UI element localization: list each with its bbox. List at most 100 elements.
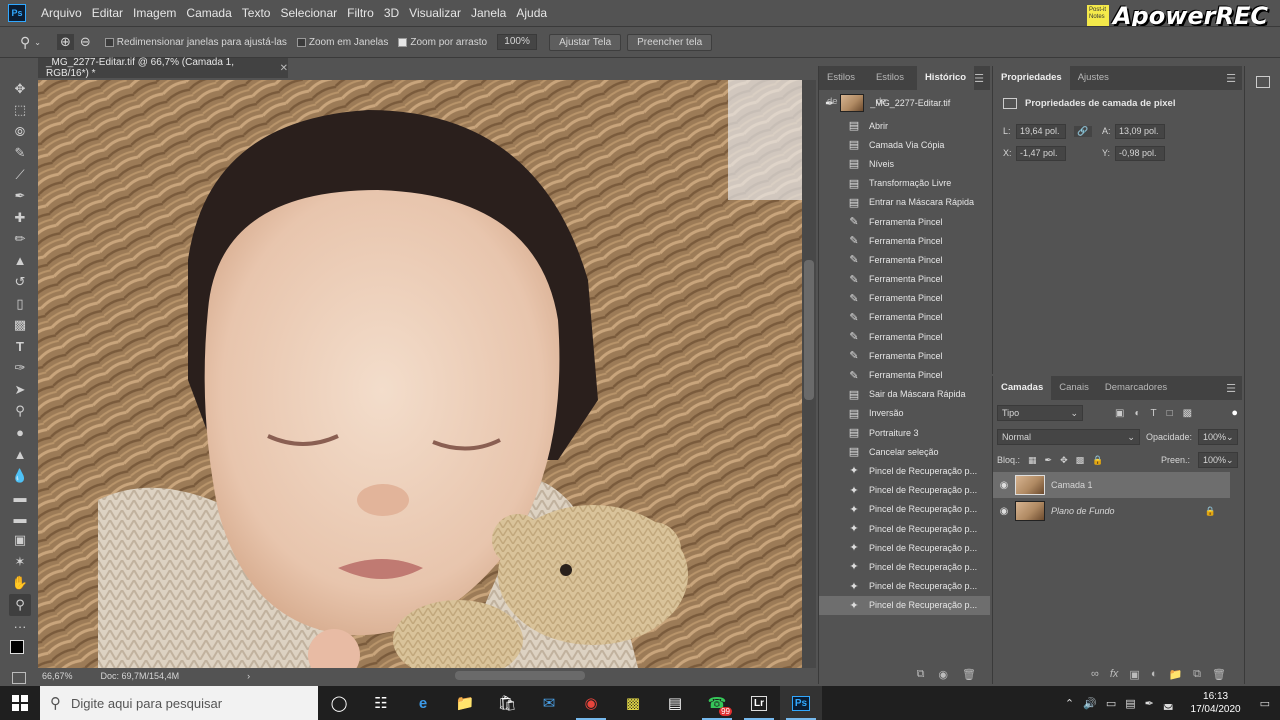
notifications-icon[interactable]: ▭ — [1260, 697, 1270, 710]
move-tool-icon[interactable]: ✥ — [9, 78, 31, 100]
history-checkbox[interactable] — [822, 159, 832, 169]
more-tools-icon[interactable]: ··· — [9, 616, 31, 638]
history-checkbox[interactable] — [822, 581, 832, 591]
history-state-row[interactable]: ✎ Ferramenta Pincel — [819, 365, 990, 384]
sharpen-tool-icon[interactable]: ▲ — [9, 444, 31, 466]
history-checkbox[interactable] — [822, 562, 832, 572]
history-state-row[interactable]: ▤ Inversão — [819, 404, 990, 423]
brush-tool-icon[interactable]: ✏ — [9, 229, 31, 251]
history-state-row[interactable]: ✎ Ferramenta Pincel — [819, 250, 990, 269]
history-state-row[interactable]: ✦ Pincel de Recuperação p... — [819, 557, 990, 576]
history-state-row[interactable]: ▤ Camada Via Cópia — [819, 135, 990, 154]
layer-visibility-eye-icon[interactable]: ◉ — [993, 506, 1015, 517]
network-icon[interactable]: ▤ — [1125, 697, 1135, 710]
history-checkbox[interactable] — [822, 121, 832, 131]
menu-visualizar[interactable]: Visualizar — [404, 6, 466, 20]
add-mask-icon[interactable]: ▣ — [1129, 668, 1139, 681]
zoom-all-checkbox[interactable]: Zoom em Janelas — [296, 37, 388, 48]
ruler-2-tool-icon[interactable]: ▬ — [9, 508, 31, 530]
mail-icon[interactable]: ✉ — [528, 686, 570, 720]
frame-tool-icon[interactable]: ▣ — [9, 530, 31, 552]
layer-plano-de-fundo[interactable]: ◉ Plano de Fundo 🔒 — [993, 498, 1230, 524]
history-state-row[interactable]: ✎ Ferramenta Pincel — [819, 327, 990, 346]
clone-stamp-tool-icon[interactable]: ▲ — [9, 250, 31, 272]
lightroom-icon[interactable]: Lr — [738, 686, 780, 720]
zoom-value-field[interactable]: 100% — [497, 34, 538, 50]
layer-style-fx-icon[interactable]: fx — [1110, 668, 1119, 680]
history-checkbox[interactable] — [822, 447, 832, 457]
task-view-icon[interactable]: ☷ — [360, 686, 402, 720]
tab-styles-2[interactable]: Estilos de — [868, 66, 917, 107]
history-state-row[interactable]: ✎ Ferramenta Pincel — [819, 270, 990, 289]
history-checkbox[interactable] — [822, 293, 832, 303]
edge-browser-icon[interactable]: e — [402, 686, 444, 720]
eyedropper-tool-icon[interactable]: ✒ — [9, 186, 31, 208]
lock-transparent-icon[interactable]: ▦ — [1028, 455, 1037, 466]
history-state-row[interactable]: ✎ Ferramenta Pincel — [819, 231, 990, 250]
history-checkbox[interactable] — [822, 389, 832, 399]
store-icon[interactable]: 🛍 — [486, 686, 528, 720]
resize-windows-checkbox[interactable]: Redimensionar janelas para ajustá-las — [104, 37, 287, 48]
tool-preset-chevron-icon[interactable]: ⌄ — [34, 38, 41, 47]
zoom-out-icon[interactable]: ⊖ — [80, 34, 91, 50]
history-snapshot[interactable]: ✒ _MG_2277-Editar.tif — [819, 90, 990, 116]
lock-all-icon[interactable]: 🔒 — [1092, 455, 1103, 466]
filter-type-icon[interactable]: T — [1151, 408, 1157, 419]
history-state-row[interactable]: ✎ Ferramenta Pincel — [819, 346, 990, 365]
history-state-row[interactable]: ✦ Pincel de Recuperação p... — [819, 481, 990, 500]
chrome-icon[interactable]: ◉ — [570, 686, 612, 720]
dodge-tool-icon[interactable]: ⚲ — [9, 401, 31, 423]
blend-mode-select[interactable]: Normal ⌄ — [997, 429, 1140, 445]
history-state-row[interactable]: ✦ Pincel de Recuperação p... — [819, 500, 990, 519]
lock-artboard-icon[interactable]: ▩ — [1076, 455, 1085, 466]
history-state-row[interactable]: ✦ Pincel de Recuperação p... — [819, 538, 990, 557]
ruler-tool-icon[interactable]: ▬ — [9, 487, 31, 509]
3d-tool-icon[interactable]: ✶ — [9, 551, 31, 573]
tab-paths[interactable]: Demarcadores — [1097, 376, 1175, 400]
layers-panel-menu-icon[interactable]: ☰ — [1226, 382, 1236, 395]
opacity-field[interactable]: 100% ⌄ — [1198, 429, 1238, 445]
windows-start-icon[interactable] — [0, 686, 40, 720]
image-canvas[interactable] — [38, 80, 802, 668]
tab-history[interactable]: Histórico — [916, 66, 975, 90]
history-checkbox[interactable] — [822, 370, 832, 380]
lock-position-icon[interactable]: ✥ — [1060, 455, 1068, 466]
tab-layers[interactable]: Camadas — [993, 376, 1052, 400]
tab-styles-1[interactable]: Estilos de — [819, 66, 868, 107]
fit-screen-button[interactable]: Ajustar Tela — [549, 33, 622, 51]
new-adjustment-layer-icon[interactable]: ◐ — [1151, 668, 1158, 680]
properties-panel-menu-icon[interactable]: ☰ — [1226, 72, 1236, 85]
history-state-row[interactable]: ✎ Ferramenta Pincel — [819, 289, 990, 308]
pen-icon[interactable]: ✒ — [1145, 697, 1154, 710]
history-state-row[interactable]: ▤ Entrar na Máscara Rápida — [819, 193, 990, 212]
layer-visibility-eye-icon[interactable]: ◉ — [993, 480, 1015, 491]
menu-3d[interactable]: 3D — [379, 6, 404, 20]
tab-adjustments[interactable]: Ajustes — [1070, 66, 1117, 90]
history-state-row[interactable]: ✦ Pincel de Recuperação p... — [819, 577, 990, 596]
drop-tool-icon[interactable]: 💧 — [9, 465, 31, 487]
lasso-tool-icon[interactable]: ⦾ — [9, 121, 31, 143]
zoom-tool-active-icon[interactable]: ⚲ — [9, 594, 31, 616]
photoshop-logo-icon[interactable]: Ps — [8, 4, 26, 22]
history-checkbox[interactable] — [822, 255, 832, 265]
width-field[interactable]: 19,64 pol. — [1016, 123, 1066, 139]
history-checkbox[interactable] — [822, 351, 832, 361]
delete-state-icon[interactable]: 🗑 — [962, 668, 976, 681]
clock[interactable]: 16:13 17/04/2020 — [1191, 690, 1241, 716]
healing-brush-tool-icon[interactable]: ✚ — [9, 207, 31, 229]
history-checkbox[interactable] — [822, 408, 832, 418]
color-swatches[interactable] — [10, 640, 32, 664]
battery-icon[interactable]: ▭ — [1106, 697, 1116, 710]
scrubby-zoom-checkbox[interactable]: Zoom por arrasto — [398, 37, 487, 48]
app-window-icon[interactable]: ▤ — [654, 686, 696, 720]
history-state-row[interactable]: ▤ Transformação Livre — [819, 174, 990, 193]
link-dimensions-icon[interactable]: 🔗 — [1074, 125, 1092, 137]
volume-icon[interactable]: 🔊 — [1083, 697, 1097, 710]
screen-mode-icon[interactable] — [12, 672, 26, 684]
history-checkbox[interactable] — [822, 274, 832, 284]
crop-tool-icon[interactable]: ⟋ — [9, 164, 31, 186]
history-state-row[interactable]: ▤ Abrir — [819, 116, 990, 135]
filter-smart-object-icon[interactable]: ▩ — [1183, 408, 1192, 419]
menu-texto[interactable]: Texto — [237, 6, 276, 20]
fill-field[interactable]: 100% ⌄ — [1198, 452, 1238, 468]
